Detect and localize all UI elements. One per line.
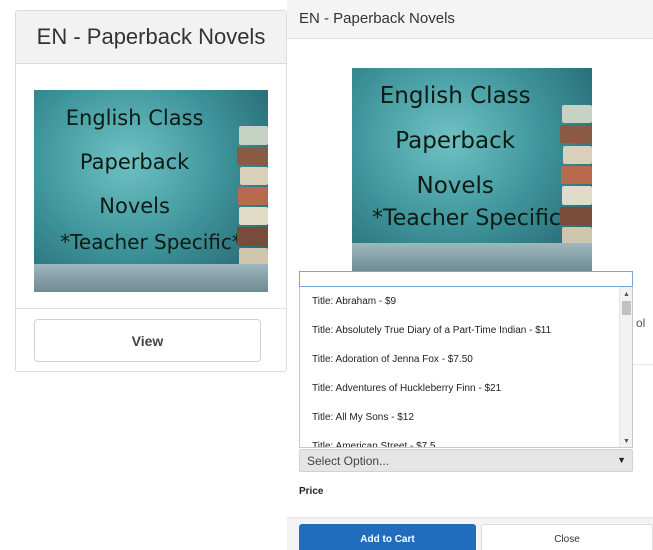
option-item[interactable]: Title: All My Sons - $12 <box>300 403 632 432</box>
option-item[interactable]: Title: Abraham - $9 <box>300 287 632 316</box>
cover-line-4: *Teacher Specific* <box>372 206 572 231</box>
cover-line-2: Paperback <box>79 150 190 175</box>
dropdown-scrollbar[interactable]: ▲ ▼ <box>619 287 632 447</box>
cover-line-2: Paperback <box>395 128 516 155</box>
book-stack-graphic <box>235 90 268 292</box>
caret-down-icon: ▼ <box>617 455 626 465</box>
scroll-up-icon[interactable]: ▲ <box>620 288 632 300</box>
product-card-title: EN - Paperback Novels <box>16 11 286 64</box>
panel-title: EN - Paperback Novels <box>287 0 653 39</box>
panel-product-image: English Class Paperback Novels *Teacher … <box>352 68 592 272</box>
cover-line-3: Novels <box>416 173 494 200</box>
close-button[interactable]: Close <box>481 524 653 550</box>
book-cover-art: English Class Paperback Novels *Teacher … <box>34 90 268 292</box>
add-to-cart-button[interactable]: Add to Cart <box>299 524 476 550</box>
option-search-input[interactable] <box>299 271 633 287</box>
select-value: Select Option... <box>307 454 390 468</box>
option-item[interactable]: Title: Absolutely True Diary of a Part-T… <box>300 316 632 345</box>
cover-line-1: English Class <box>65 106 204 131</box>
option-item[interactable]: Title: American Street - $7.5 <box>300 432 632 447</box>
cover-line-4: *Teacher Specific* <box>60 230 242 254</box>
scroll-down-icon[interactable]: ▼ <box>620 435 632 447</box>
option-item[interactable]: Title: Adventures of Huckleberry Finn - … <box>300 374 632 403</box>
select-options-dropdown[interactable]: Title: Abraham - $9 Title: Absolutely Tr… <box>299 287 633 448</box>
product-card: EN - Paperback Novels English Class Pape… <box>15 10 287 372</box>
product-detail-panel: EN - Paperback Novels English Class Pape… <box>287 0 653 550</box>
price-label: Price <box>299 486 324 497</box>
partially-hidden-text: ol <box>636 316 646 330</box>
scroll-thumb[interactable] <box>622 301 631 315</box>
card-divider <box>16 308 286 309</box>
cover-line-1: English Class <box>379 83 531 110</box>
product-image[interactable]: English Class Paperback Novels *Teacher … <box>34 90 268 292</box>
book-cover-art-large: English Class Paperback Novels *Teacher … <box>352 68 592 272</box>
cover-line-3: Novels <box>99 194 170 219</box>
option-select[interactable]: Select Option... ▼ <box>299 449 633 472</box>
view-button[interactable]: View <box>34 319 261 362</box>
divider-line <box>632 364 653 365</box>
book-stack-graphic <box>558 68 592 272</box>
option-item[interactable]: Title: Adoration of Jenna Fox - $7.50 <box>300 345 632 374</box>
